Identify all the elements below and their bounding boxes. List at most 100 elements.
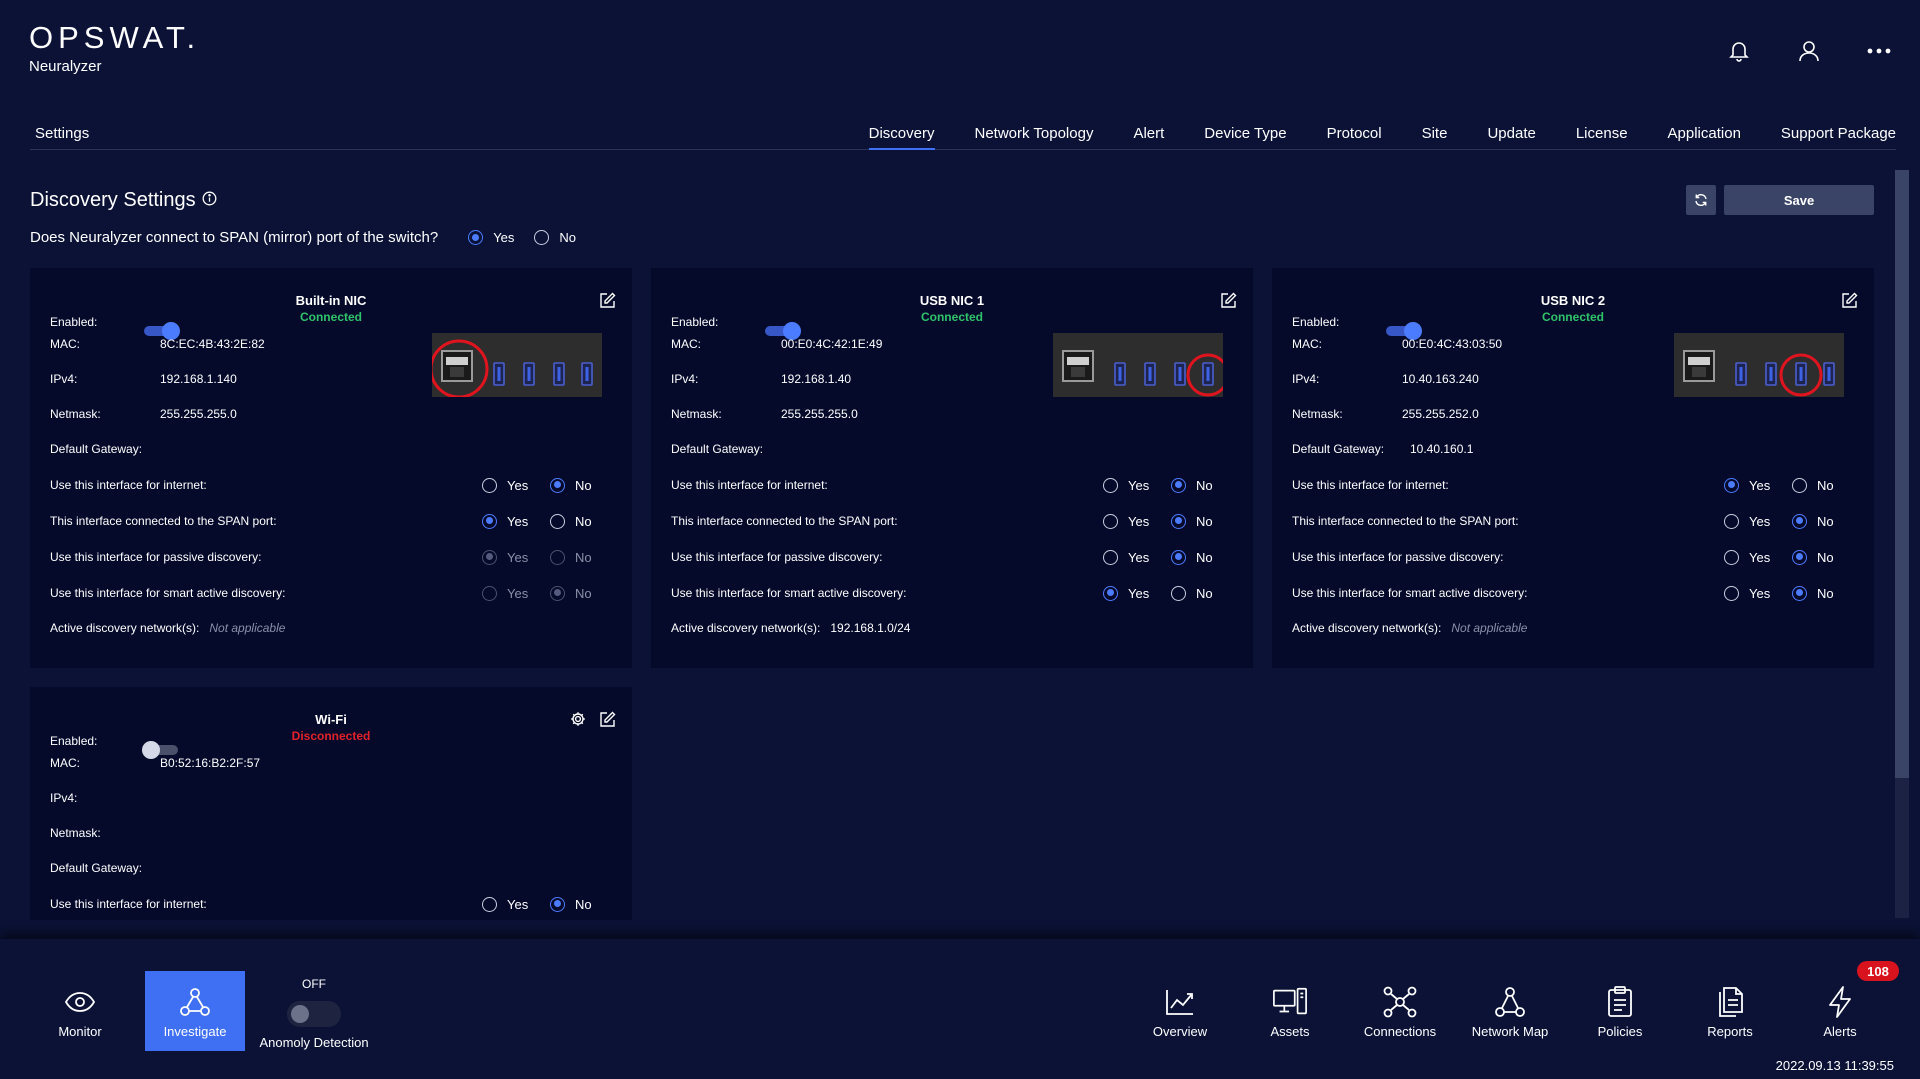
nav-investigate[interactable]: Investigate [145,971,245,1051]
internet-no-option[interactable]: No [1792,477,1860,493]
tab-support-package[interactable]: Support Package [1761,125,1896,149]
port-photo-svg [432,333,602,397]
scrollbar-thumb[interactable] [1895,170,1909,778]
tab-alert[interactable]: Alert [1113,125,1184,149]
edit-icon[interactable] [1841,292,1858,314]
tab-discovery[interactable]: Discovery [849,125,955,150]
nav-reports[interactable]: Reports [1680,971,1780,1051]
internet-no-radio[interactable] [550,896,565,912]
enabled-toggle[interactable] [142,322,180,340]
smart-active-yes-option[interactable]: Yes [1103,585,1171,601]
save-button[interactable]: Save [1724,185,1874,215]
internet-yes-option[interactable]: Yes [1103,477,1171,493]
more-icon[interactable] [1864,36,1894,66]
span-no-radio[interactable] [534,230,550,245]
passive-no-option[interactable]: No [1171,549,1239,565]
span-port-yes-radio[interactable] [482,513,497,529]
nav-policies[interactable]: Policies [1570,971,1670,1051]
internet-yes-radio[interactable] [1724,477,1739,493]
smart-active-no-radio[interactable] [1792,585,1807,601]
edit-icon[interactable] [1220,292,1237,314]
internet-yes-option[interactable]: Yes [1724,477,1792,493]
smart-active-yes-radio[interactable] [1724,585,1739,601]
enabled-toggle[interactable] [763,322,801,340]
internet-no-radio[interactable] [1792,477,1807,493]
smart-active-yes-option[interactable]: Yes [1724,585,1792,601]
internet-yes-radio[interactable] [482,477,497,493]
tab-site[interactable]: Site [1402,125,1468,149]
nav-connections[interactable]: Connections [1350,971,1450,1051]
passive-yes-option[interactable]: Yes [1724,549,1792,565]
scrollbar[interactable] [1895,170,1909,918]
ipv4-label: IPv4: [1292,372,1320,386]
nav-overview[interactable]: Overview [1130,971,1230,1051]
nav-network-map[interactable]: Network Map [1460,971,1560,1051]
ipv4-label: IPv4: [50,791,78,805]
span-no-option[interactable]: No [534,230,576,245]
internet-yes-option[interactable]: Yes [482,896,550,912]
edit-icon[interactable] [599,292,616,314]
refresh-button[interactable] [1686,185,1716,215]
span-port-no-option[interactable]: No [1171,513,1239,529]
anomaly-toggle[interactable] [287,1001,341,1027]
span-port-no-radio[interactable] [1171,513,1186,529]
netmask-row: Netmask: 255.255.255.0 [50,406,237,422]
tab-network-topology[interactable]: Network Topology [955,125,1114,149]
passive-no-label: No [575,549,592,565]
gear-icon[interactable] [570,711,586,732]
passive-no-radio[interactable] [1171,549,1186,565]
internet-no-radio[interactable] [550,477,565,493]
span-port-no-option[interactable]: No [550,513,618,529]
passive-yes-label: Yes [1128,549,1150,565]
passive-no-radio [550,549,565,565]
nav-monitor[interactable]: Monitor [30,971,130,1051]
internet-no-option[interactable]: No [550,477,618,493]
passive-yes-radio[interactable] [1724,549,1739,565]
smart-active-no-option[interactable]: No [1171,585,1239,601]
passive-yes-radio[interactable] [1103,549,1118,565]
span-yes-radio[interactable] [468,230,484,245]
enabled-toggle[interactable] [142,741,180,759]
span-port-no-option[interactable]: No [1792,513,1860,529]
tab-protocol[interactable]: Protocol [1307,125,1402,149]
mac-label: MAC: [50,337,80,351]
smart-active-options: Yes No [482,585,618,601]
ipv4-label: IPv4: [50,372,78,386]
span-port-yes-option[interactable]: Yes [1724,513,1792,529]
toggle-knob [142,741,160,759]
smart-active-no-radio[interactable] [1171,585,1186,601]
nav-alerts[interactable]: Alerts [1790,971,1890,1051]
enabled-toggle[interactable] [1384,322,1422,340]
internet-no-option[interactable]: No [1171,477,1239,493]
tab-update[interactable]: Update [1467,125,1555,149]
netmask-label: Netmask: [50,407,101,421]
user-icon[interactable] [1794,36,1824,66]
bell-icon[interactable] [1724,36,1754,66]
span-port-yes-option[interactable]: Yes [482,513,550,529]
info-icon[interactable] [202,189,217,212]
passive-no-option[interactable]: No [1792,549,1860,565]
tab-device-type[interactable]: Device Type [1184,125,1306,149]
refresh-icon [1695,193,1707,207]
span-yes-option[interactable]: Yes [468,230,514,245]
smart-active-yes-radio[interactable] [1103,585,1118,601]
span-port-no-radio[interactable] [550,513,565,529]
internet-no-option[interactable]: No [550,896,618,912]
passive-no-radio[interactable] [1792,549,1807,565]
passive-yes-option[interactable]: Yes [1103,549,1171,565]
nav-assets[interactable]: Assets [1240,971,1340,1051]
span-port-yes-radio[interactable] [1103,513,1118,529]
internet-no-radio[interactable] [1171,477,1186,493]
tab-license[interactable]: License [1556,125,1648,149]
span-port-no-radio[interactable] [1792,513,1807,529]
tab-application[interactable]: Application [1648,125,1761,149]
settings-tab-bar: Settings Discovery Network Topology Alert D… [30,118,1896,150]
edit-icon[interactable] [599,711,616,733]
internet-yes-radio[interactable] [1103,477,1118,493]
span-port-yes-radio[interactable] [1724,513,1739,529]
internet-yes-radio[interactable] [482,896,497,912]
devices-icon [1272,984,1308,1020]
smart-active-no-option[interactable]: No [1792,585,1860,601]
internet-yes-option[interactable]: Yes [482,477,550,493]
span-port-yes-option[interactable]: Yes [1103,513,1171,529]
